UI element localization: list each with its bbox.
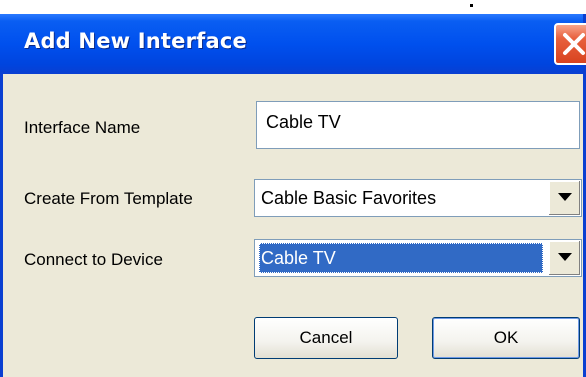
template-selected-value: Cable Basic Favorites — [261, 188, 437, 208]
device-label: Connect to Device — [24, 250, 163, 269]
template-dropdown-button[interactable] — [548, 181, 580, 215]
device-selected-value: Cable TV — [259, 243, 543, 273]
device-dropdown-button[interactable] — [548, 241, 580, 275]
chevron-down-icon — [558, 193, 572, 201]
cursor-fragment — [470, 4, 473, 7]
interface-name-label: Interface Name — [24, 118, 141, 137]
add-interface-dialog: Add New Interface Interface Name Cable T… — [0, 14, 586, 377]
chevron-down-icon — [558, 253, 572, 261]
interface-name-input[interactable]: Cable TV — [256, 101, 580, 149]
dialog-title: Add New Interface — [24, 29, 247, 53]
cancel-button[interactable]: Cancel — [254, 317, 398, 359]
close-icon — [563, 33, 585, 55]
ok-button[interactable]: OK — [432, 317, 580, 359]
template-label: Create From Template — [24, 189, 193, 208]
title-bar[interactable]: Add New Interface — [0, 14, 583, 74]
window-border — [0, 74, 3, 377]
close-button[interactable] — [554, 23, 586, 65]
desktop-strip — [0, 0, 586, 14]
template-dropdown[interactable]: Cable Basic Favorites — [254, 179, 582, 217]
device-dropdown[interactable]: Cable TV — [254, 239, 582, 277]
